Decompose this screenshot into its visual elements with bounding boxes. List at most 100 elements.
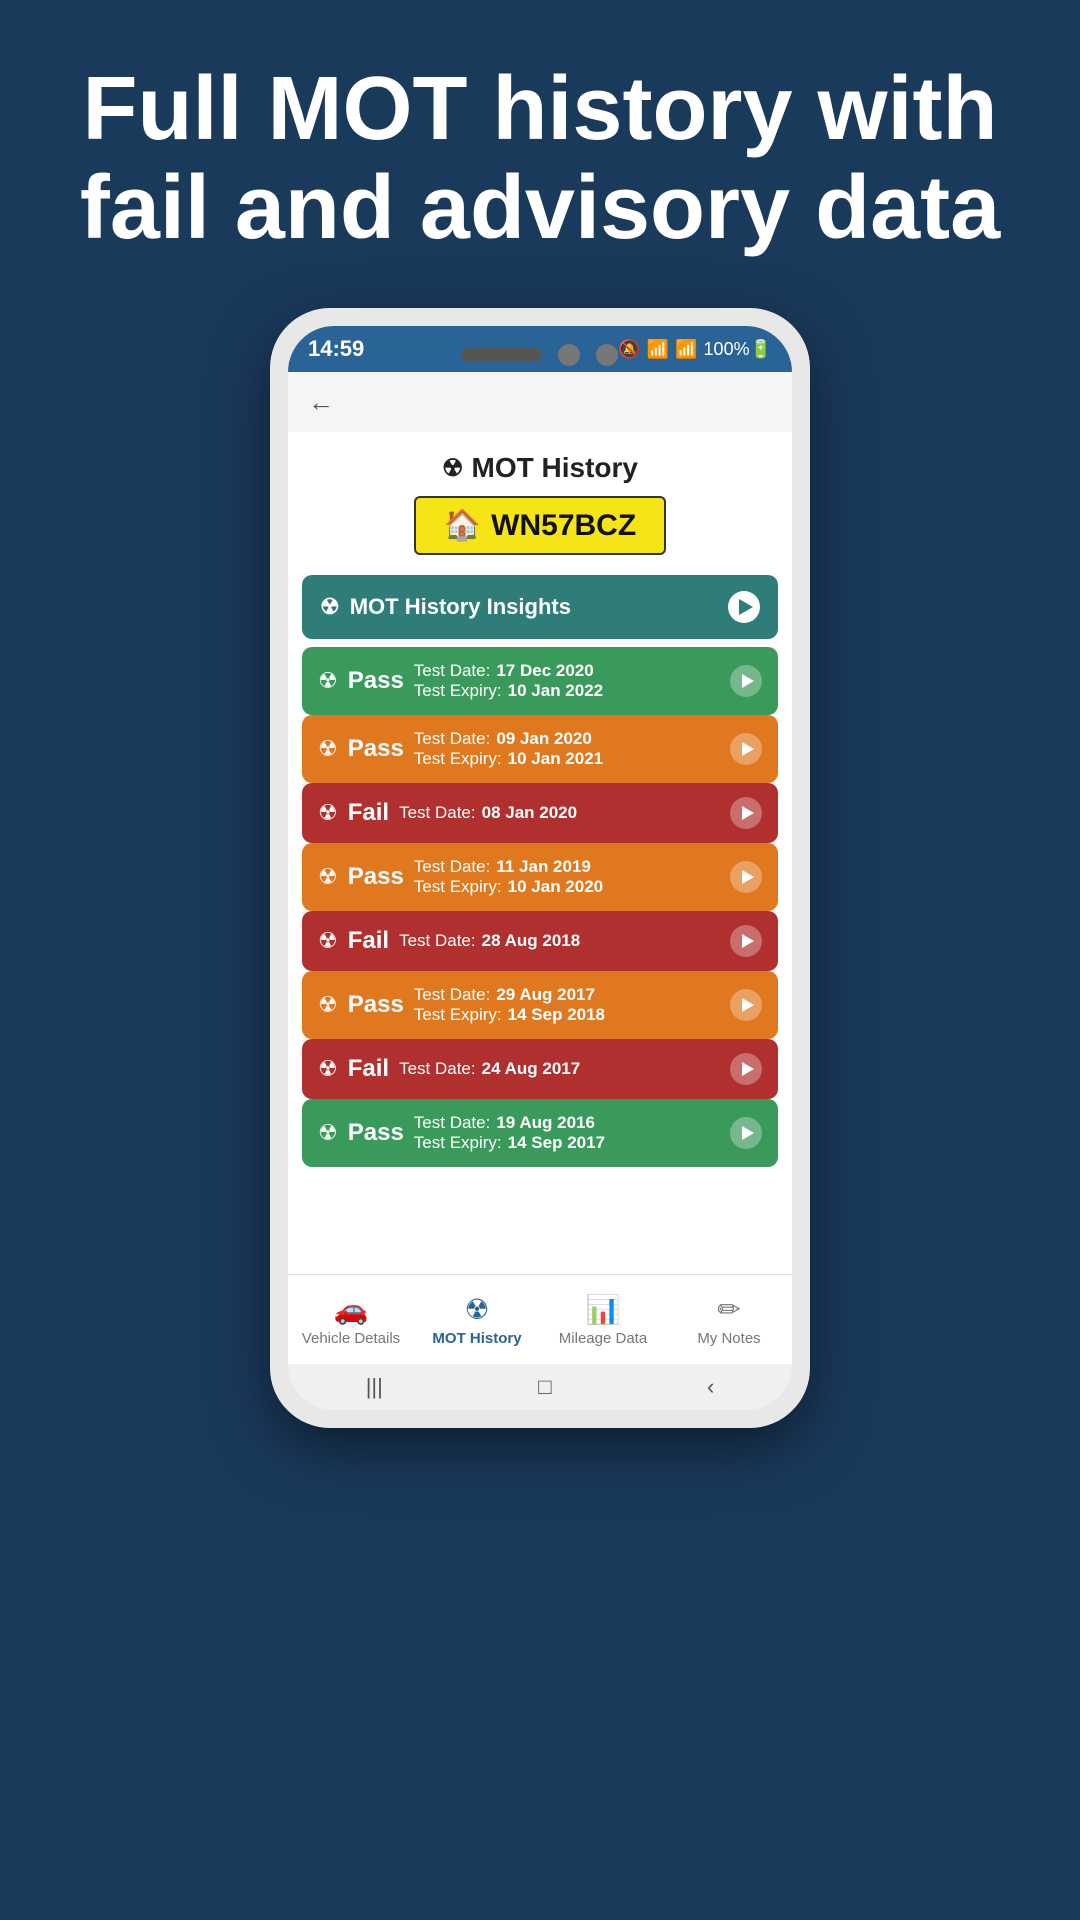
mot-dates: Test Date: 19 Aug 2016 Test Expiry: 14 S… xyxy=(414,1113,605,1153)
mot-result-label: Pass xyxy=(348,863,404,891)
insights-left: ☢ MOT History Insights xyxy=(320,594,571,620)
insights-label: MOT History Insights xyxy=(350,594,571,620)
expiry-value: 10 Jan 2021 xyxy=(508,749,603,769)
mot-row-play-icon xyxy=(742,674,754,688)
mot-result-label: Pass xyxy=(348,667,404,695)
page-background: Full MOT history with fail and advisory … xyxy=(0,0,1080,1920)
battery-icon: 100%🔋 xyxy=(704,339,772,360)
nav-icon: 🚗 xyxy=(334,1293,369,1326)
mot-dates: Test Date: 11 Jan 2019 Test Expiry: 10 J… xyxy=(414,857,603,897)
test-date-line: Test Date: 24 Aug 2017 xyxy=(399,1059,580,1079)
mot-row-play-button[interactable] xyxy=(730,861,762,893)
wifi-icon: 📶 xyxy=(647,339,669,360)
mot-row-icon: ☢ xyxy=(318,800,338,826)
mot-row-left: ☢ Pass Test Date: 11 Jan 2019 Test Expir… xyxy=(318,857,603,897)
test-date-label: Test Date: xyxy=(399,1059,476,1079)
mot-page-title: ☢ MOT History xyxy=(298,452,782,484)
mot-row[interactable]: ☢ Fail Test Date: 28 Aug 2018 xyxy=(302,911,778,971)
bottom-nav: 🚗 Vehicle Details ☢ MOT History 📊 Mileag… xyxy=(288,1274,792,1364)
test-date-line: Test Date: 19 Aug 2016 xyxy=(414,1113,605,1133)
expiry-label: Test Expiry: xyxy=(414,681,502,701)
test-date-value: 09 Jan 2020 xyxy=(496,729,591,749)
insights-row[interactable]: ☢ MOT History Insights xyxy=(302,575,778,639)
test-date-label: Test Date: xyxy=(399,803,476,823)
phone-top-hardware xyxy=(462,344,618,366)
camera-lens-1 xyxy=(558,344,580,366)
mot-row-play-button[interactable] xyxy=(730,733,762,765)
mot-row-icon: ☢ xyxy=(318,668,338,694)
mot-row[interactable]: ☢ Pass Test Date: 19 Aug 2016 Test Expir… xyxy=(302,1099,778,1167)
mot-row[interactable]: ☢ Pass Test Date: 09 Jan 2020 Test Expir… xyxy=(302,715,778,783)
system-home-button[interactable]: □ xyxy=(538,1374,551,1400)
phone-frame: 14:59 🔕 📶 📶 100%🔋 ← ☢ MOT xyxy=(0,298,1080,1428)
expiry-value: 10 Jan 2020 xyxy=(508,877,603,897)
signal-icon: 📶 xyxy=(675,339,697,360)
mot-row-icon: ☢ xyxy=(318,1056,338,1082)
plate-badge: 🏠 WN57BCZ xyxy=(414,496,666,555)
test-date-value: 08 Jan 2020 xyxy=(482,803,577,823)
mot-result-label: Fail xyxy=(348,927,389,955)
mot-result-label: Fail xyxy=(348,799,389,827)
mot-row[interactable]: ☢ Pass Test Date: 29 Aug 2017 Test Expir… xyxy=(302,971,778,1039)
plate-text: WN57BCZ xyxy=(491,509,636,543)
mot-row-play-button[interactable] xyxy=(730,797,762,829)
expiry-label: Test Expiry: xyxy=(414,877,502,897)
mot-row-play-button[interactable] xyxy=(730,1053,762,1085)
page-header: Full MOT history with fail and advisory … xyxy=(0,0,1080,298)
test-date-line: Test Date: 17 Dec 2020 xyxy=(414,661,603,681)
mot-row-play-button[interactable] xyxy=(730,925,762,957)
system-back-button[interactable]: ||| xyxy=(366,1374,383,1400)
back-button[interactable]: ← xyxy=(308,387,334,418)
mot-dates: Test Date: 08 Jan 2020 xyxy=(399,803,577,823)
nav-item-vehicle-details[interactable]: 🚗 Vehicle Details xyxy=(288,1275,414,1364)
mot-row-left: ☢ Pass Test Date: 29 Aug 2017 Test Expir… xyxy=(318,985,605,1025)
mot-row[interactable]: ☢ Pass Test Date: 11 Jan 2019 Test Expir… xyxy=(302,843,778,911)
mot-dates: Test Date: 24 Aug 2017 xyxy=(399,1059,580,1079)
status-icons: 🔕 📶 📶 100%🔋 xyxy=(618,339,772,360)
mot-row[interactable]: ☢ Pass Test Date: 17 Dec 2020 Test Expir… xyxy=(302,647,778,715)
mot-row-left: ☢ Pass Test Date: 09 Jan 2020 Test Expir… xyxy=(318,729,603,769)
expiry-date-line: Test Expiry: 14 Sep 2018 xyxy=(414,1005,605,1025)
mot-title-icon: ☢ xyxy=(442,454,464,483)
test-date-value: 29 Aug 2017 xyxy=(496,985,595,1005)
test-date-value: 17 Dec 2020 xyxy=(496,661,593,681)
mot-result-label: Pass xyxy=(348,1119,404,1147)
system-forward-button[interactable]: ‹ xyxy=(707,1374,714,1400)
mot-row-left: ☢ Fail Test Date: 28 Aug 2018 xyxy=(318,927,580,955)
mot-row-play-button[interactable] xyxy=(730,665,762,697)
nav-item-mileage-data[interactable]: 📊 Mileage Data xyxy=(540,1275,666,1364)
expiry-date-line: Test Expiry: 10 Jan 2021 xyxy=(414,749,603,769)
test-date-line: Test Date: 11 Jan 2019 xyxy=(414,857,603,877)
insights-play-button[interactable] xyxy=(728,591,760,623)
mot-row[interactable]: ☢ Fail Test Date: 24 Aug 2017 xyxy=(302,1039,778,1099)
mot-row-play-button[interactable] xyxy=(730,1117,762,1149)
mot-result-label: Pass xyxy=(348,991,404,1019)
mot-result-label: Fail xyxy=(348,1055,389,1083)
mot-dates: Test Date: 28 Aug 2018 xyxy=(399,931,580,951)
expiry-value: 14 Sep 2017 xyxy=(508,1133,605,1153)
nav-item-my-notes[interactable]: ✏ My Notes xyxy=(666,1275,792,1364)
mot-row[interactable]: ☢ Fail Test Date: 08 Jan 2020 xyxy=(302,783,778,843)
expiry-date-line: Test Expiry: 14 Sep 2017 xyxy=(414,1133,605,1153)
expiry-date-line: Test Expiry: 10 Jan 2020 xyxy=(414,877,603,897)
test-date-value: 11 Jan 2019 xyxy=(496,857,591,877)
expiry-date-line: Test Expiry: 10 Jan 2022 xyxy=(414,681,603,701)
header-text: Full MOT history with fail and advisory … xyxy=(60,60,1020,258)
mot-row-play-button[interactable] xyxy=(730,989,762,1021)
mute-icon: 🔕 xyxy=(618,339,640,360)
phone-body: 14:59 🔕 📶 📶 100%🔋 ← ☢ MOT xyxy=(270,308,810,1428)
mot-row-icon: ☢ xyxy=(318,736,338,762)
phone-system-nav: ||| □ ‹ xyxy=(288,1364,792,1410)
test-date-label: Test Date: xyxy=(414,857,491,877)
mot-dates: Test Date: 09 Jan 2020 Test Expiry: 10 J… xyxy=(414,729,603,769)
expiry-label: Test Expiry: xyxy=(414,1133,502,1153)
test-date-line: Test Date: 28 Aug 2018 xyxy=(399,931,580,951)
insights-icon: ☢ xyxy=(320,594,340,620)
mot-row-icon: ☢ xyxy=(318,864,338,890)
nav-item-mot-history[interactable]: ☢ MOT History xyxy=(414,1275,540,1364)
test-date-value: 28 Aug 2018 xyxy=(482,931,581,951)
expiry-label: Test Expiry: xyxy=(414,1005,502,1025)
nav-label: My Notes xyxy=(697,1330,760,1347)
expiry-label: Test Expiry: xyxy=(414,749,502,769)
nav-icon: 📊 xyxy=(586,1293,621,1326)
